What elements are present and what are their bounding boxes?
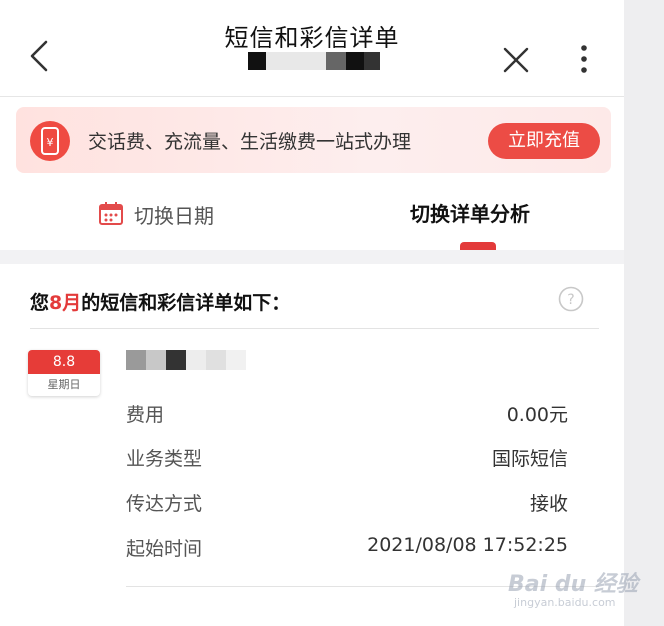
badge-date: 8.8 [28,350,100,374]
fee-label: 费用 [126,404,165,426]
tab-switch-date-label: 切换日期 [134,204,214,228]
back-button[interactable] [24,38,56,74]
header-bar: 短信和彩信详单 [0,0,624,97]
section-title-month: 8月 [49,292,82,314]
method-value: 接收 [529,493,568,515]
tab-switch-analysis[interactable]: 切换详单分析 [410,198,530,232]
question-circle-icon: ? [558,286,584,312]
chevron-left-icon [30,40,48,72]
start-time-label: 起始时间 [126,538,203,560]
date-badge: 8.8 星期日 [28,350,100,396]
promo-text: 交话费、充流量、生活缴费一站式办理 [88,131,412,153]
baidu-watermark: Bai du 经验 jingyan.baidu.com [508,566,638,622]
section-title: 您8月的短信和彩信详单如下： [30,288,290,315]
promo-banner[interactable]: ¥ 交话费、充流量、生活缴费一站式办理 立即充值 [16,107,611,173]
watermark-main: Bai du 经验 [508,572,638,597]
masked-contact-number [126,350,256,370]
recharge-button[interactable]: 立即充值 [488,123,600,159]
badge-weekday: 星期日 [47,378,81,391]
type-label: 业务类型 [126,448,203,470]
section-gap [0,250,624,264]
type-value: 国际短信 [491,448,568,470]
tab-switch-analysis-label: 切换详单分析 [410,202,530,226]
more-vertical-icon [581,45,587,73]
masked-phone-number [238,48,438,88]
phone-yuan-icon: ¥ [30,121,70,161]
help-button[interactable]: ? [558,286,584,312]
active-tab-indicator [460,242,496,250]
svg-text:?: ? [567,292,574,308]
start-time-value: 2021/08/08 17:52:25 [367,534,568,556]
record-row-method: 传达方式 接收 [126,489,568,517]
record-row-type: 业务类型 国际短信 [126,444,568,472]
record-row-fee: 费用 0.00元 [126,400,568,428]
section-title-suffix: 的短信和彩信详单如下： [81,292,291,314]
svg-text:¥: ¥ [47,136,54,149]
section-title-prefix: 您 [30,292,50,314]
more-button[interactable] [572,42,596,78]
watermark-sub: jingyan.baidu.com [514,596,616,609]
section-divider [30,328,599,329]
close-button[interactable] [500,44,532,76]
calendar-icon [99,202,123,225]
fee-value: 0.00元 [506,404,568,426]
page: 短信和彩信详单 ¥ 交话费、充流量、生活缴费一站式办理 立即充值 切换日期 切换… [0,0,624,626]
record-row-start-time: 起始时间 2021/08/08 17:52:25 [126,534,568,562]
method-label: 传达方式 [126,493,203,515]
close-icon [503,47,529,73]
tab-bar: 切换日期 切换详单分析 [0,180,624,250]
right-edge-background [624,0,664,626]
